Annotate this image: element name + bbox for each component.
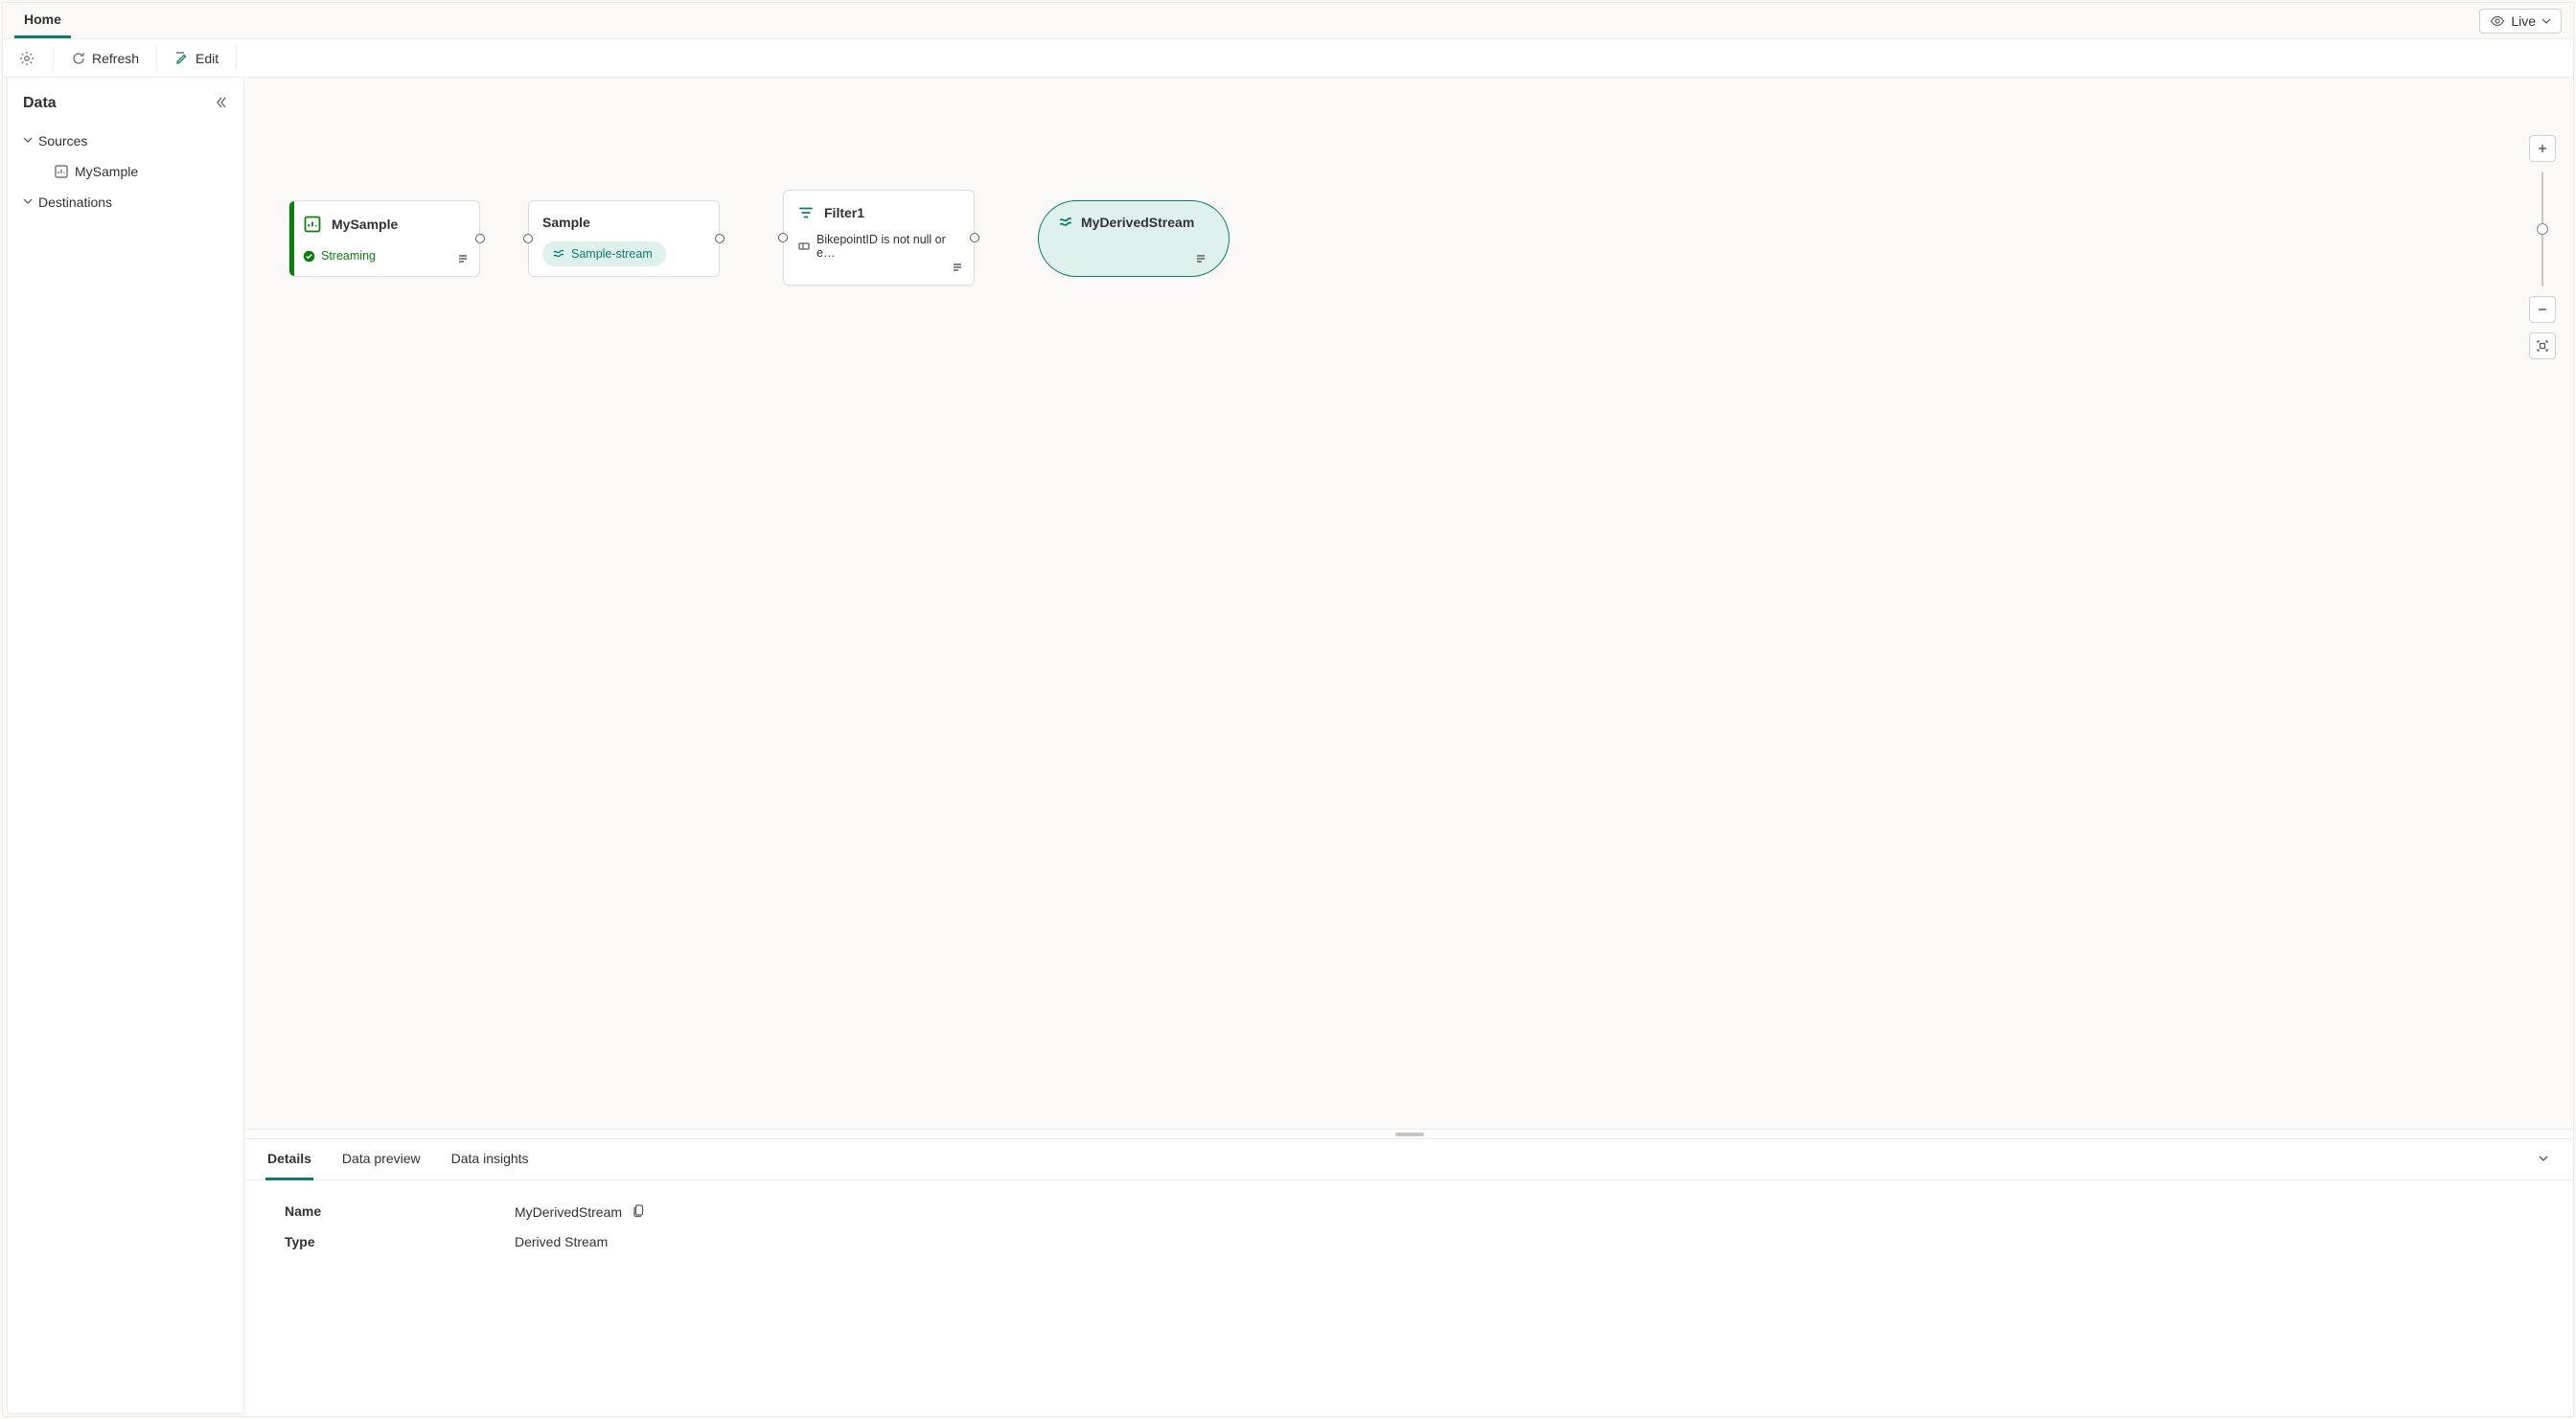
node-status-text: Streaming	[321, 249, 376, 263]
sources-label: Sources	[38, 133, 87, 149]
node-title-text: Sample	[542, 215, 590, 230]
bottom-panel: Details Data preview Data insights	[246, 1138, 2573, 1416]
collapse-sidebar-button[interactable]	[215, 96, 228, 112]
stream-icon	[1058, 215, 1073, 230]
detail-name-value: MyDerivedStream	[515, 1204, 622, 1220]
port-out[interactable]	[475, 234, 485, 243]
zoom-controls	[2529, 135, 2556, 359]
check-circle-icon	[303, 250, 315, 263]
port-in[interactable]	[523, 234, 533, 243]
node-sample[interactable]: Sample Sample-stream	[528, 200, 720, 277]
edit-button[interactable]: Edit	[169, 47, 224, 70]
port-out[interactable]	[970, 233, 979, 242]
eye-icon	[2490, 13, 2505, 29]
node-menu-button[interactable]	[951, 261, 964, 277]
tab-home-label: Home	[24, 11, 61, 27]
zoom-fit-button[interactable]	[2529, 332, 2556, 359]
node-filter[interactable]: Filter1 BikepointID is not null or e…	[783, 190, 975, 286]
chart-icon	[303, 215, 322, 234]
node-source-mysample[interactable]: MySample Streaming	[288, 200, 480, 277]
stream-chip[interactable]: Sample-stream	[542, 241, 666, 266]
chevron-down-icon	[2542, 16, 2551, 26]
node-derived-stream[interactable]: MyDerivedStream	[1038, 200, 1230, 277]
zoom-slider[interactable]	[2542, 172, 2543, 286]
source-item-mysample[interactable]: MySample	[8, 156, 243, 187]
detail-type-value: Derived Stream	[515, 1234, 608, 1249]
zoom-slider-thumb[interactable]	[2537, 223, 2548, 235]
live-mode-button[interactable]: Live	[2479, 9, 2562, 34]
node-menu-button[interactable]	[456, 252, 470, 268]
edit-label: Edit	[196, 51, 218, 66]
tab-details-label: Details	[267, 1151, 311, 1166]
zoom-out-button[interactable]	[2529, 296, 2556, 323]
tab-details[interactable]: Details	[265, 1139, 313, 1180]
stream-chip-label: Sample-stream	[571, 247, 653, 261]
stream-icon	[552, 247, 565, 261]
zoom-in-button[interactable]	[2529, 135, 2556, 162]
node-title-text: MyDerivedStream	[1081, 215, 1194, 230]
edit-icon	[174, 51, 190, 66]
destinations-group[interactable]: Destinations	[8, 187, 243, 217]
data-sidebar: Data Sources MySample	[7, 78, 244, 1414]
detail-name-label: Name	[285, 1203, 515, 1221]
column-icon	[797, 240, 811, 253]
port-in[interactable]	[778, 233, 788, 242]
sources-group[interactable]: Sources	[8, 126, 243, 156]
panel-resize-handle[interactable]	[246, 1129, 2573, 1138]
toolbar: Refresh Edit	[3, 39, 2573, 78]
destinations-label: Destinations	[38, 195, 112, 210]
refresh-icon	[71, 51, 86, 66]
chevron-down-icon	[23, 135, 33, 148]
dataflow-canvas[interactable]: MySample Streaming	[246, 78, 2573, 1129]
settings-button[interactable]	[12, 46, 41, 71]
live-mode-label: Live	[2511, 13, 2536, 29]
port-out[interactable]	[715, 234, 724, 243]
tab-data-insights-label: Data insights	[451, 1151, 529, 1166]
detail-type-label: Type	[285, 1234, 515, 1249]
refresh-button[interactable]: Refresh	[65, 47, 145, 70]
gear-icon	[18, 50, 35, 67]
copy-button[interactable]	[632, 1203, 646, 1221]
filter-icon	[797, 204, 815, 221]
details-body: Name MyDerivedStream Type	[246, 1180, 2573, 1286]
tab-strip: Home Live	[3, 3, 2573, 39]
tab-data-preview-label: Data preview	[342, 1151, 421, 1166]
tab-data-preview[interactable]: Data preview	[340, 1139, 423, 1180]
tab-data-insights[interactable]: Data insights	[449, 1139, 531, 1180]
chevron-down-icon	[23, 196, 33, 209]
node-title-text: Filter1	[824, 205, 864, 220]
node-menu-button[interactable]	[1194, 252, 1208, 268]
filter-condition-text: BikepointID is not null or e…	[816, 233, 960, 260]
tab-home[interactable]: Home	[14, 3, 71, 38]
collapse-panel-button[interactable]	[2533, 1148, 2554, 1172]
sidebar-title: Data	[23, 95, 57, 112]
refresh-label: Refresh	[92, 51, 139, 66]
node-title-text: MySample	[332, 217, 398, 232]
source-item-label: MySample	[75, 164, 138, 179]
chart-icon	[54, 164, 69, 179]
